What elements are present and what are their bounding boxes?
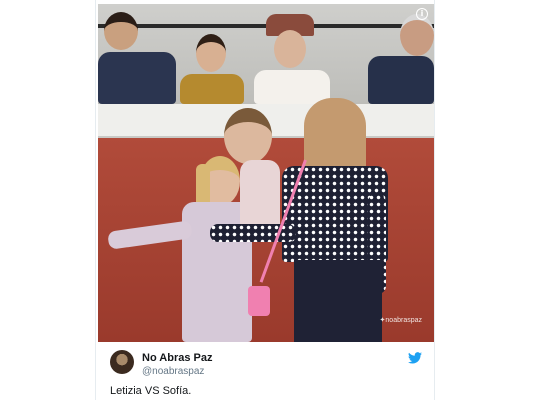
tweet-text: Letizia VS Sofía. [110, 385, 192, 397]
tweet-card: i ✦noabraspaz No Abras Paz @noabraspaz L… [95, 0, 435, 400]
author-name[interactable]: No Abras Paz [142, 352, 213, 364]
author-handle[interactable]: @noabraspaz [142, 366, 204, 377]
stands-background [98, 4, 434, 104]
video-watermark: ✦noabraspaz [379, 317, 422, 324]
avatar[interactable] [110, 350, 134, 374]
tweet-video[interactable]: i ✦noabraspaz [98, 4, 434, 342]
tweet-author: No Abras Paz @noabraspaz [110, 350, 422, 380]
twitter-bird-icon[interactable] [408, 352, 422, 364]
info-icon[interactable]: i [416, 8, 428, 20]
